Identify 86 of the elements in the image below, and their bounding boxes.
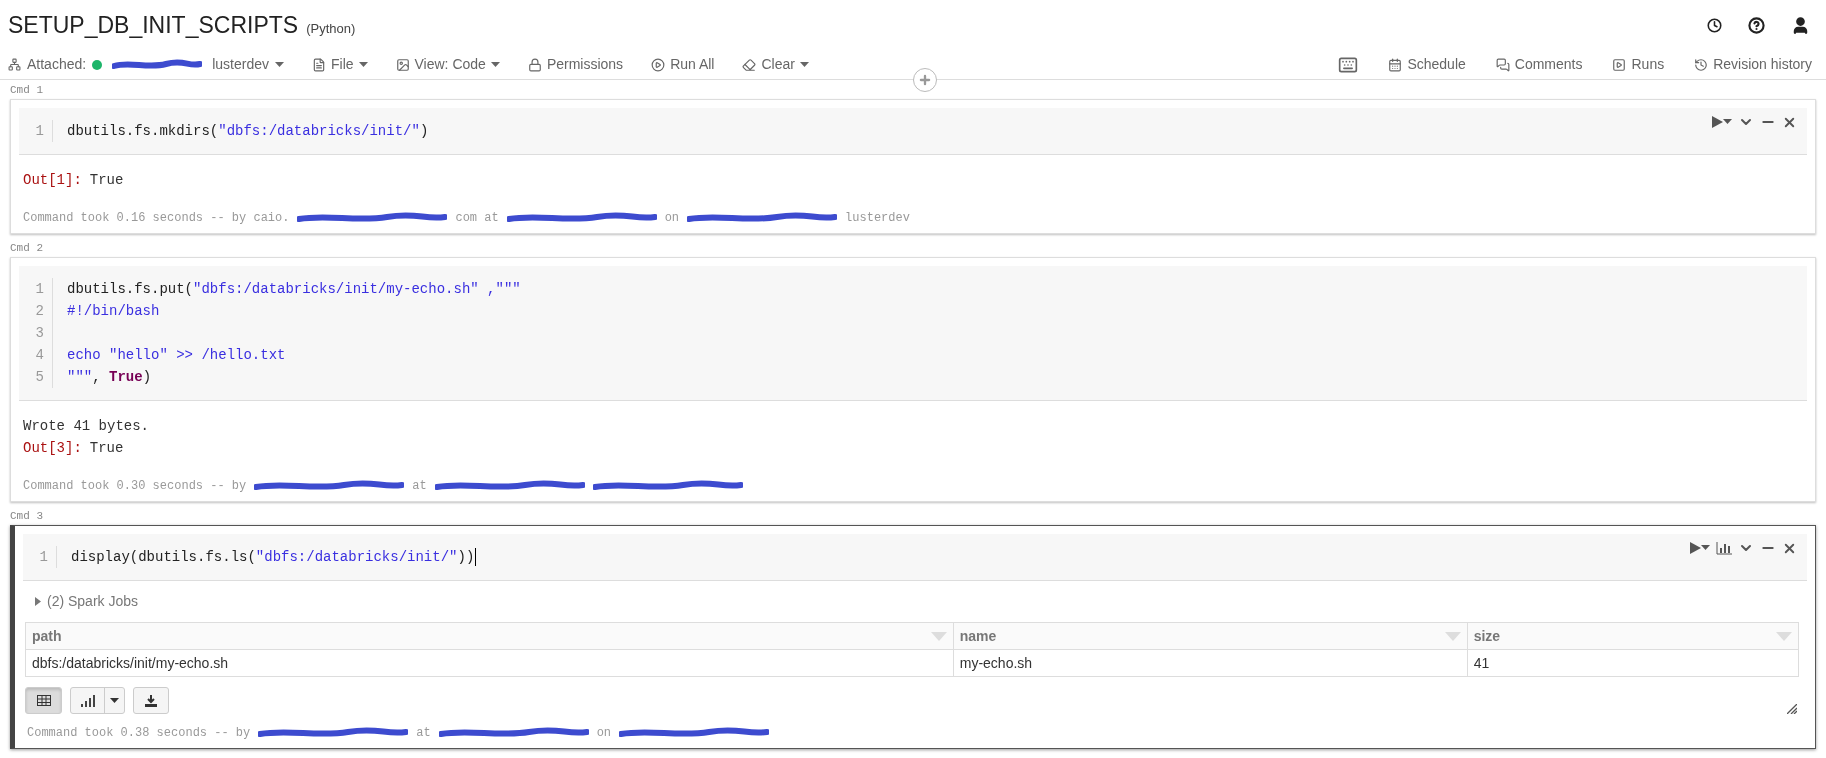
play-square-icon — [1612, 57, 1627, 72]
code-editor[interactable]: 1 display(dbutils.fs.ls("dbfs:/databricks/init/")) — [23, 534, 1807, 581]
code-line: #!/bin/bash — [67, 302, 160, 321]
command-info: on — [664, 210, 680, 227]
bar-chart-icon — [80, 694, 95, 707]
speech-bubbles-icon — [1495, 57, 1510, 72]
expand-triangle-icon[interactable] — [35, 597, 41, 606]
code-editor[interactable]: 1 2 3 4 5 dbutils.fs.put("dbfs:/databricks/init/my-echo.sh" ,""" #!/bin/bash echo "hello" >> /hello.txt """, True) — [19, 266, 1807, 401]
line-number: 1 — [34, 280, 44, 299]
download-icon — [145, 694, 157, 707]
cluster-name[interactable]: lusterdev — [212, 54, 269, 75]
clock-icon[interactable] — [1707, 17, 1722, 33]
cell-label: Cmd 3 — [9, 509, 44, 524]
history-icon — [1694, 57, 1709, 72]
caret-icon — [1723, 119, 1732, 125]
cell-label: Cmd 1 — [9, 83, 44, 98]
file-icon — [311, 57, 326, 72]
play-circle-icon — [651, 57, 666, 72]
code-editor[interactable]: 1 dbutils.fs.mkdirs("dbfs:/databricks/init/") — [19, 108, 1807, 155]
table-cell: 41 — [1466, 650, 1798, 676]
command-info: com at — [455, 210, 499, 227]
lock-icon — [527, 57, 542, 72]
toolbar-menu[interactable]: Clear — [742, 54, 809, 75]
code-line: echo "hello" >> /hello.txt — [67, 346, 286, 365]
code-line: """, True) — [67, 368, 152, 387]
table-view-button[interactable] — [25, 687, 62, 714]
plus-icon — [918, 73, 932, 87]
command-info: Command took 0.38 seconds -- by — [27, 725, 251, 742]
line-number: 3 — [34, 324, 44, 343]
output-text: Wrote 41 bytes. — [23, 417, 151, 436]
caret-icon — [110, 697, 119, 704]
language-label: (Python) — [306, 19, 356, 38]
caret-icon — [1701, 545, 1710, 551]
notebook-cell[interactable]: 1 display(dbutils.fs.ls("dbfs:/databricks/init/")) (2) Spark Jobs path name size dbfs:/databricks/init/my-echo.sh my-echo.sh 41 Command took 0.38 seconds -- by at on — [10, 525, 1816, 749]
toolbar-menu[interactable]: Comments — [1495, 54, 1583, 75]
command-info: lusterdev — [845, 210, 910, 227]
notebook-cell[interactable]: 1 2 3 4 5 dbutils.fs.put("dbfs:/databricks/init/my-echo.sh" ,""" #!/bin/bash echo "hello" >> /hello.txt """, True) Wrote 41 bytes. Out[3]: True Command took 0.30 seconds -- by at — [10, 257, 1816, 502]
notebook-title[interactable]: SETUP_DB_INIT_SCRIPTS — [8, 7, 299, 43]
attached-label: Attached: — [27, 55, 87, 74]
bar-chart-icon[interactable] — [1716, 541, 1732, 555]
output-prompt: Out[1]: — [23, 171, 82, 190]
command-info: at — [412, 478, 427, 495]
output-prompt: Out[3]: — [23, 439, 82, 458]
download-button[interactable] — [133, 687, 169, 714]
column-header[interactable]: name — [952, 623, 1467, 649]
toolbar-menu[interactable]: File — [311, 54, 368, 75]
eraser-icon — [742, 57, 757, 72]
table-cell-text: dbfs:/databricks/init/my-echo.sh — [31, 654, 230, 673]
toolbar-menu[interactable]: Schedule — [1388, 54, 1466, 75]
calendar-icon — [1388, 57, 1403, 72]
toolbar-menu[interactable]: View: Code — [395, 54, 500, 75]
chart-view-button[interactable] — [70, 687, 125, 714]
output-value: True — [89, 171, 124, 190]
code-line: display(dbutils.fs.ls("dbfs:/databricks/init/")) — [71, 548, 475, 567]
run-menu[interactable] — [1690, 542, 1710, 554]
cluster-icon — [8, 58, 21, 71]
spark-jobs-toggle[interactable]: (2) Spark Jobs — [47, 591, 139, 612]
line-number: 5 — [34, 368, 44, 387]
toolbar-menu[interactable]: Permissions — [527, 54, 624, 75]
notebook-cell[interactable]: 1 dbutils.fs.mkdirs("dbfs:/databricks/init/") Out[1]: True Command took 0.16 seconds -- by caio. com at on lusterdev — [10, 99, 1816, 234]
code-line: dbutils.fs.mkdirs("dbfs:/databricks/init/") — [67, 122, 429, 141]
add-cell-button[interactable] — [913, 68, 937, 92]
command-info: on — [596, 725, 612, 742]
resize-handle-icon[interactable] — [1787, 704, 1797, 714]
line-number: 2 — [34, 302, 44, 321]
help-icon[interactable] — [1748, 16, 1765, 34]
code-line: dbutils.fs.put("dbfs:/databricks/init/my-echo.sh" ,""" — [67, 280, 521, 299]
column-header[interactable]: size — [1466, 623, 1798, 649]
output-value: True — [89, 439, 124, 458]
run-menu[interactable] — [1712, 116, 1732, 128]
command-info: at — [416, 725, 431, 742]
caret-icon — [274, 61, 284, 68]
image-icon — [395, 57, 410, 72]
column-header[interactable]: path — [26, 623, 953, 649]
table-icon — [36, 695, 51, 706]
table-cell: my-echo.sh — [952, 650, 1467, 676]
toolbar-menu[interactable]: Revision history — [1694, 54, 1812, 75]
command-info: Command took 0.16 seconds -- by caio. — [23, 210, 290, 227]
toolbar-menu[interactable]: Run All — [651, 54, 715, 75]
user-icon[interactable] — [1791, 15, 1810, 35]
toolbar-menu[interactable]: Runs — [1612, 54, 1665, 75]
cell-label: Cmd 2 — [9, 241, 44, 256]
line-number: 1 — [34, 122, 44, 141]
line-number: 1 — [38, 548, 48, 567]
command-info: Command took 0.30 seconds -- by — [23, 478, 247, 495]
line-number: 4 — [34, 346, 44, 365]
